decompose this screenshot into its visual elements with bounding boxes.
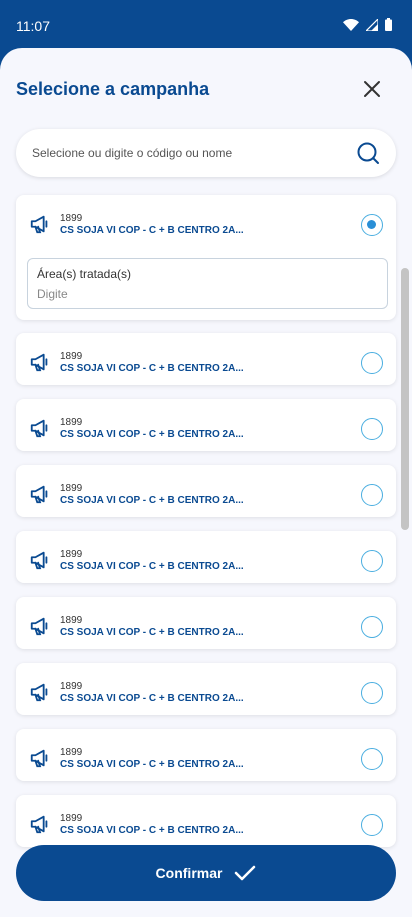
campaign-radio[interactable]	[361, 616, 383, 638]
battery-icon	[385, 18, 392, 31]
area-label: Área(s) tratada(s)	[37, 267, 132, 281]
confirm-button[interactable]: Confirmar	[16, 845, 396, 901]
campaign-code: 1899	[60, 813, 83, 824]
status-icons	[343, 18, 392, 31]
area-field: Área(s) tratada(s)	[27, 258, 388, 309]
campaign-radio[interactable]	[361, 682, 383, 704]
status-bar: 11:07	[0, 0, 412, 52]
campaign-radio[interactable]	[361, 214, 383, 236]
signal-icon	[366, 18, 378, 31]
campaign-name: CS SOJA VI COP - C + B CENTRO 2A...	[60, 825, 244, 836]
campaign-name: CS SOJA VI COP - C + B CENTRO 2A...	[60, 561, 244, 572]
megaphone-icon	[30, 815, 48, 834]
campaign-radio[interactable]	[361, 748, 383, 770]
megaphone-icon	[30, 551, 48, 570]
campaign-card[interactable]: 1899 CS SOJA VI COP - C + B CENTRO 2A...	[16, 531, 396, 583]
megaphone-icon	[30, 215, 48, 234]
sheet-title: Selecione a campanha	[16, 79, 210, 99]
campaign-sheet: Selecione a campanha 1899 CS SOJA VI COP…	[0, 48, 412, 917]
search-icon[interactable]	[356, 141, 380, 165]
campaign-name: CS SOJA VI COP - C + B CENTRO 2A...	[60, 429, 244, 440]
campaign-card[interactable]: 1899 CS SOJA VI COP - C + B CENTRO 2A...	[16, 663, 396, 715]
campaign-code: 1899	[60, 747, 83, 758]
campaign-radio[interactable]	[361, 484, 383, 506]
campaign-code: 1899	[60, 615, 83, 626]
campaign-radio[interactable]	[361, 418, 383, 440]
campaign-code: 1899	[60, 483, 83, 494]
campaign-code: 1899	[60, 681, 83, 692]
campaign-card[interactable]: 1899 CS SOJA VI COP - C + B CENTRO 2A...	[16, 795, 396, 847]
campaign-code: 1899	[60, 417, 83, 428]
campaign-code: 1899	[60, 213, 83, 224]
status-time: 11:07	[16, 18, 50, 34]
campaign-card[interactable]: 1899 CS SOJA VI COP - C + B CENTRO 2A...…	[16, 195, 396, 320]
megaphone-icon	[30, 353, 48, 372]
campaign-name: CS SOJA VI COP - C + B CENTRO 2A...	[60, 363, 244, 374]
campaign-name: CS SOJA VI COP - C + B CENTRO 2A...	[60, 225, 244, 236]
megaphone-icon	[30, 749, 48, 768]
check-icon	[235, 865, 256, 881]
campaign-name: CS SOJA VI COP - C + B CENTRO 2A...	[60, 495, 244, 506]
area-input[interactable]	[37, 287, 378, 301]
campaign-card[interactable]: 1899 CS SOJA VI COP - C + B CENTRO 2A...	[16, 333, 396, 385]
campaign-name: CS SOJA VI COP - C + B CENTRO 2A...	[60, 759, 244, 770]
campaign-name: CS SOJA VI COP - C + B CENTRO 2A...	[60, 627, 244, 638]
campaign-card[interactable]: 1899 CS SOJA VI COP - C + B CENTRO 2A...	[16, 465, 396, 517]
campaign-card[interactable]: 1899 CS SOJA VI COP - C + B CENTRO 2A...	[16, 729, 396, 781]
campaign-radio[interactable]	[361, 352, 383, 374]
campaign-code: 1899	[60, 549, 83, 560]
campaign-radio[interactable]	[361, 550, 383, 572]
campaign-name: CS SOJA VI COP - C + B CENTRO 2A...	[60, 693, 244, 704]
megaphone-icon	[30, 485, 48, 504]
wifi-icon	[343, 18, 359, 31]
megaphone-icon	[30, 419, 48, 438]
scrollbar[interactable]	[401, 268, 409, 530]
megaphone-icon	[30, 683, 48, 702]
confirm-label: Confirmar	[155, 865, 223, 881]
campaign-card[interactable]: 1899 CS SOJA VI COP - C + B CENTRO 2A...	[16, 597, 396, 649]
search-bar	[16, 129, 396, 177]
campaign-code: 1899	[60, 351, 83, 362]
close-icon	[364, 81, 380, 97]
campaign-radio[interactable]	[361, 814, 383, 836]
close-button[interactable]	[360, 77, 384, 101]
campaign-card[interactable]: 1899 CS SOJA VI COP - C + B CENTRO 2A...	[16, 399, 396, 451]
megaphone-icon	[30, 617, 48, 636]
search-input[interactable]	[32, 146, 356, 160]
